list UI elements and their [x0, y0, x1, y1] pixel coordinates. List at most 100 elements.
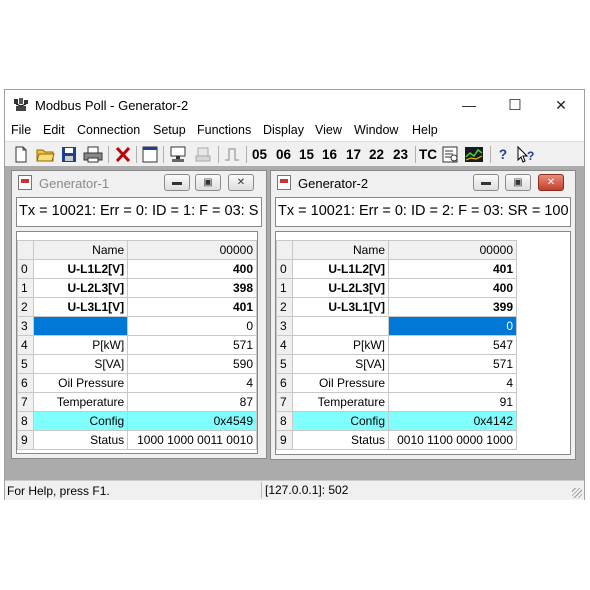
row-value[interactable]: 547: [388, 335, 517, 355]
table-row[interactable]: 6 Oil Pressure 4: [276, 373, 517, 393]
close-button[interactable]: ✕: [538, 90, 584, 120]
row-value[interactable]: 401: [127, 297, 257, 317]
row-value[interactable]: 571: [127, 335, 257, 355]
generator-2-window[interactable]: Generator-2 ▬ ▣ ✕ Tx = 10021: Err = 0: I…: [270, 170, 576, 460]
help-button[interactable]: ?: [496, 145, 510, 164]
table-row[interactable]: 0 U-L1L2[V] 401: [276, 259, 517, 279]
chart-icon[interactable]: [463, 145, 485, 164]
header-name[interactable]: Name: [32, 240, 129, 260]
generator-1-title-bar[interactable]: Generator-1 ▬ ▣ ✕: [12, 171, 266, 195]
text-view-icon[interactable]: [440, 145, 460, 164]
generator-1-minimize-button[interactable]: ▬: [164, 174, 190, 191]
menu-setup[interactable]: Setup: [153, 123, 186, 137]
table-row[interactable]: 1 U-L2L3[V] 400: [276, 278, 517, 298]
context-help-icon[interactable]: ?: [515, 145, 537, 164]
menu-window[interactable]: Window: [354, 123, 398, 137]
row-value[interactable]: 399: [388, 297, 517, 317]
print-icon[interactable]: [82, 145, 104, 164]
resize-grip[interactable]: [572, 488, 582, 498]
row-name[interactable]: U-L1L2[V]: [32, 259, 129, 279]
single-poll-icon[interactable]: [222, 145, 242, 164]
generator-1-window[interactable]: Generator-1 ▬ ▣ ✕ Tx = 10021: Err = 0: I…: [11, 170, 267, 459]
row-name[interactable]: U-L3L1[V]: [32, 297, 129, 317]
row-value[interactable]: 91: [388, 392, 517, 412]
function-23-button[interactable]: 23: [393, 145, 408, 164]
table-row[interactable]: 9 Status 0010 1100 0000 1000: [276, 430, 517, 450]
minimize-button[interactable]: —: [446, 90, 492, 120]
row-name[interactable]: U-L2L3[V]: [32, 278, 129, 298]
table-row[interactable]: 4 P[kW] 571: [17, 335, 257, 355]
function-15-button[interactable]: 15: [299, 145, 314, 164]
delete-icon[interactable]: [113, 145, 133, 164]
function-06-button[interactable]: 06: [276, 145, 291, 164]
row-name[interactable]: Oil Pressure: [292, 373, 389, 393]
table-row[interactable]: 9 Status 1000 1000 0011 0010: [17, 430, 257, 450]
row-name[interactable]: [292, 316, 389, 336]
menu-view[interactable]: View: [315, 123, 342, 137]
generator-2-minimize-button[interactable]: ▬: [473, 174, 499, 191]
row-name[interactable]: U-L2L3[V]: [292, 278, 389, 298]
row-value[interactable]: 401: [388, 259, 517, 279]
table-row[interactable]: 6 Oil Pressure 4: [17, 373, 257, 393]
row-value[interactable]: 0: [127, 316, 257, 336]
row-name[interactable]: [32, 316, 129, 336]
header-address[interactable]: 00000: [127, 240, 257, 260]
table-row[interactable]: 2 U-L3L1[V] 399: [276, 297, 517, 317]
generator-2-title-bar[interactable]: Generator-2 ▬ ▣ ✕: [271, 171, 575, 195]
row-value[interactable]: 1000 1000 0011 0010: [127, 430, 257, 450]
row-value[interactable]: 400: [127, 259, 257, 279]
row-value[interactable]: 400: [388, 278, 517, 298]
table-row[interactable]: 2 U-L3L1[V] 401: [17, 297, 257, 317]
row-name[interactable]: Config: [32, 411, 129, 431]
row-value[interactable]: 0010 1100 0000 1000: [388, 430, 517, 450]
row-name[interactable]: Temperature: [292, 392, 389, 412]
row-value[interactable]: 0x4142: [388, 411, 517, 431]
connect-icon[interactable]: [167, 145, 189, 164]
table-row[interactable]: 1 U-L2L3[V] 398: [17, 278, 257, 298]
generator-1-maximize-button[interactable]: ▣: [195, 174, 221, 191]
menu-connection[interactable]: Connection: [77, 123, 140, 137]
function-16-button[interactable]: 16: [322, 145, 337, 164]
table-row[interactable]: 7 Temperature 91: [276, 392, 517, 412]
row-value[interactable]: 590: [127, 354, 257, 374]
generator-2-maximize-button[interactable]: ▣: [505, 174, 531, 191]
table-row[interactable]: 30: [276, 316, 517, 336]
table-row[interactable]: 8 Config 0x4549: [17, 411, 257, 431]
header-address[interactable]: 00000: [388, 240, 517, 260]
row-name[interactable]: S[VA]: [292, 354, 389, 374]
row-name[interactable]: Status: [292, 430, 389, 450]
row-value[interactable]: 0x4549: [127, 411, 257, 431]
menu-functions[interactable]: Functions: [197, 123, 251, 137]
row-value[interactable]: 398: [127, 278, 257, 298]
table-row[interactable]: 4 P[kW] 547: [276, 335, 517, 355]
table-row[interactable]: 8 Config 0x4142: [276, 411, 517, 431]
generator-1-close-button[interactable]: ✕: [228, 174, 254, 191]
title-bar[interactable]: Modbus Poll - Generator-2 — ☐ ✕: [5, 90, 584, 120]
row-name[interactable]: Config: [292, 411, 389, 431]
row-name[interactable]: P[kW]: [292, 335, 389, 355]
menu-help[interactable]: Help: [412, 123, 438, 137]
new-window-icon[interactable]: [140, 145, 160, 164]
new-file-icon[interactable]: [11, 145, 31, 164]
row-value[interactable]: 87: [127, 392, 257, 412]
row-name[interactable]: Oil Pressure: [32, 373, 129, 393]
save-icon[interactable]: [59, 145, 79, 164]
row-value[interactable]: 4: [127, 373, 257, 393]
row-name[interactable]: Temperature: [32, 392, 129, 412]
table-row[interactable]: 5 S[VA] 571: [276, 354, 517, 374]
header-name[interactable]: Name: [292, 240, 389, 260]
table-row[interactable]: 30: [17, 316, 257, 336]
menu-display[interactable]: Display: [263, 123, 304, 137]
open-folder-icon[interactable]: [35, 145, 55, 164]
menu-edit[interactable]: Edit: [43, 123, 65, 137]
table-row[interactable]: 7 Temperature 87: [17, 392, 257, 412]
traffic-monitor-button[interactable]: TC: [419, 145, 437, 164]
menu-file[interactable]: File: [11, 123, 31, 137]
row-name[interactable]: Status: [32, 430, 129, 450]
table-row[interactable]: 5 S[VA] 590: [17, 354, 257, 374]
row-name[interactable]: S[VA]: [32, 354, 129, 374]
row-name[interactable]: U-L3L1[V]: [292, 297, 389, 317]
function-05-button[interactable]: 05: [252, 145, 267, 164]
row-name[interactable]: U-L1L2[V]: [292, 259, 389, 279]
function-17-button[interactable]: 17: [346, 145, 361, 164]
